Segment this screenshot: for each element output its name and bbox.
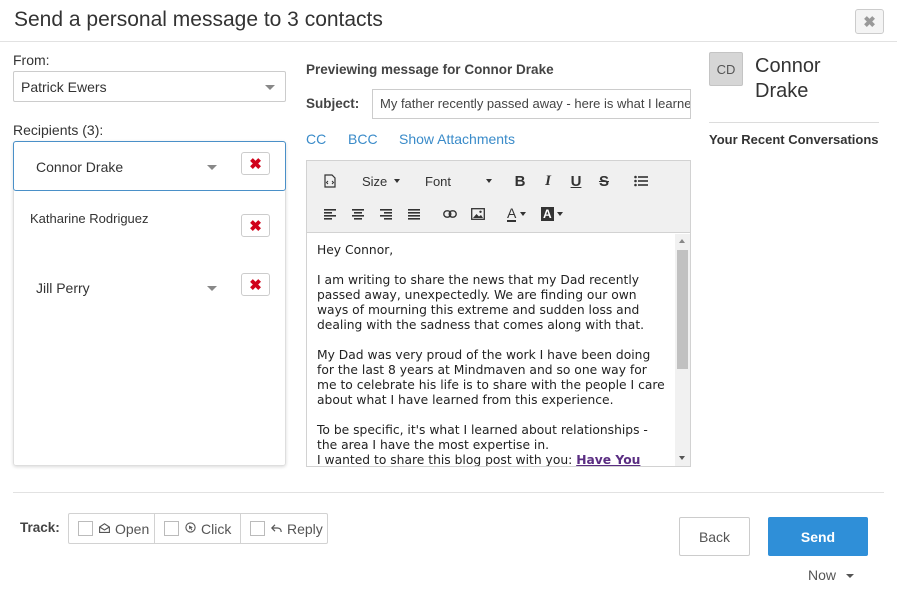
remove-icon: ✖ [249, 276, 262, 294]
contact-name: Connor Drake [755, 55, 821, 102]
chevron-down-icon [486, 179, 492, 183]
background-color-button[interactable]: A [541, 204, 567, 224]
from-label: From: [13, 52, 50, 68]
track-click-checkbox[interactable] [164, 521, 179, 536]
track-reply-checkbox[interactable] [250, 521, 265, 536]
from-value: Patrick Ewers [21, 79, 107, 95]
click-icon [185, 521, 196, 536]
recipients-label: Recipients (3): [13, 122, 104, 138]
chevron-down-icon [394, 179, 401, 183]
font-size-label: Size [362, 173, 388, 189]
message-body[interactable]: Hey Connor, I am writing to share the ne… [307, 234, 675, 466]
align-left-icon[interactable] [323, 204, 337, 224]
align-center-icon[interactable] [351, 204, 365, 224]
tracking-options: Open Click Reply [68, 513, 328, 544]
remove-recipient-button[interactable]: ✖ [241, 152, 270, 175]
remove-icon: ✖ [249, 155, 262, 173]
message-editor: Size Font B I U S A A Hey Connor, I am w… [306, 160, 691, 467]
from-select[interactable]: Patrick Ewers [13, 71, 286, 102]
avatar: CD [709, 52, 743, 86]
font-family-label: Font [425, 173, 452, 189]
recipient-name: Connor Drake [36, 159, 124, 175]
bullet-list-icon[interactable] [633, 171, 649, 191]
dialog-title: Send a personal message to 3 contacts [14, 8, 383, 31]
align-right-icon[interactable] [379, 204, 393, 224]
chevron-down-icon [556, 212, 563, 216]
recipients-list: Connor Drake ✖ Katharine Rodriguez ✖ Jil… [13, 141, 286, 466]
recipient-item[interactable]: Jill Perry ✖ [14, 264, 285, 314]
scroll-up-icon[interactable] [679, 239, 685, 243]
track-open-checkbox[interactable] [78, 521, 93, 536]
font-color-icon: A [507, 205, 517, 222]
recent-conversations-label: Your Recent Conversations [709, 132, 879, 147]
underline-button[interactable]: U [569, 171, 583, 191]
editor-toolbar: Size Font B I U S A A [307, 161, 690, 233]
chevron-down-icon [520, 212, 527, 216]
link-icon[interactable] [442, 204, 458, 224]
source-code-icon[interactable] [321, 171, 339, 191]
schedule-select[interactable]: Now [808, 567, 854, 583]
preview-heading: Previewing message for Connor Drake [306, 62, 554, 77]
chevron-down-icon [265, 85, 275, 90]
message-paragraph: My Dad was very proud of the work I have… [317, 348, 665, 407]
italic-button[interactable]: I [541, 171, 555, 191]
show-attachments-link[interactable]: Show Attachments [399, 131, 515, 147]
footer-divider [13, 492, 884, 493]
cc-link[interactable]: CC [306, 131, 326, 147]
track-open-option[interactable]: Open [69, 514, 155, 543]
remove-recipient-button[interactable]: ✖ [241, 273, 270, 296]
message-text: I wanted to share this blog post with yo… [317, 453, 577, 466]
subject-label: Subject: [306, 96, 360, 111]
message-line: I wanted to share this blog post with yo… [317, 453, 665, 466]
message-greeting: Hey Connor, [317, 243, 394, 257]
reply-icon [270, 522, 282, 536]
recipient-name: Katharine Rodriguez [30, 211, 149, 226]
chevron-down-icon[interactable] [207, 165, 217, 170]
chevron-down-icon[interactable] [207, 286, 217, 291]
scrollbar-thumb[interactable] [677, 250, 688, 369]
close-icon: ✖ [863, 13, 876, 31]
close-button[interactable]: ✖ [855, 9, 884, 34]
track-click-label: Click [201, 520, 232, 537]
bcc-link[interactable]: BCC [348, 131, 378, 147]
back-button[interactable]: Back [679, 517, 750, 556]
font-size-select[interactable]: Size [362, 171, 401, 191]
editor-scrollbar[interactable] [675, 234, 690, 466]
track-reply-option[interactable]: Reply [241, 514, 327, 543]
bold-button[interactable]: B [513, 171, 527, 191]
sidebar-divider [709, 122, 879, 123]
font-family-select[interactable]: Font [425, 171, 495, 191]
image-icon[interactable] [470, 204, 486, 224]
message-paragraph: I am writing to share the news that my D… [317, 273, 645, 332]
envelope-open-icon [99, 522, 110, 536]
scroll-down-icon[interactable] [679, 456, 685, 460]
font-color-button[interactable]: A [507, 204, 533, 224]
subject-input[interactable]: My father recently passed away - here is… [372, 89, 691, 119]
strikethrough-button[interactable]: S [597, 171, 611, 191]
remove-recipient-button[interactable]: ✖ [241, 214, 270, 237]
send-button[interactable]: Send [768, 517, 868, 556]
background-color-icon: A [541, 207, 554, 221]
recipient-name: Jill Perry [36, 280, 90, 296]
track-click-option[interactable]: Click [155, 514, 241, 543]
schedule-label: Now [808, 567, 837, 583]
track-label: Track: [20, 520, 60, 535]
track-reply-label: Reply [287, 520, 323, 537]
track-open-label: Open [115, 520, 150, 537]
recipient-item[interactable]: Connor Drake ✖ [13, 141, 286, 191]
message-line: To be specific, it's what I learned abou… [317, 423, 648, 452]
header-divider [0, 41, 897, 42]
recipient-item[interactable]: Katharine Rodriguez ✖ [14, 194, 285, 244]
message-paragraph: To be specific, it's what I learned abou… [317, 423, 665, 466]
remove-icon: ✖ [249, 217, 262, 235]
chevron-down-icon [845, 574, 854, 579]
align-justify-icon[interactable] [407, 204, 421, 224]
